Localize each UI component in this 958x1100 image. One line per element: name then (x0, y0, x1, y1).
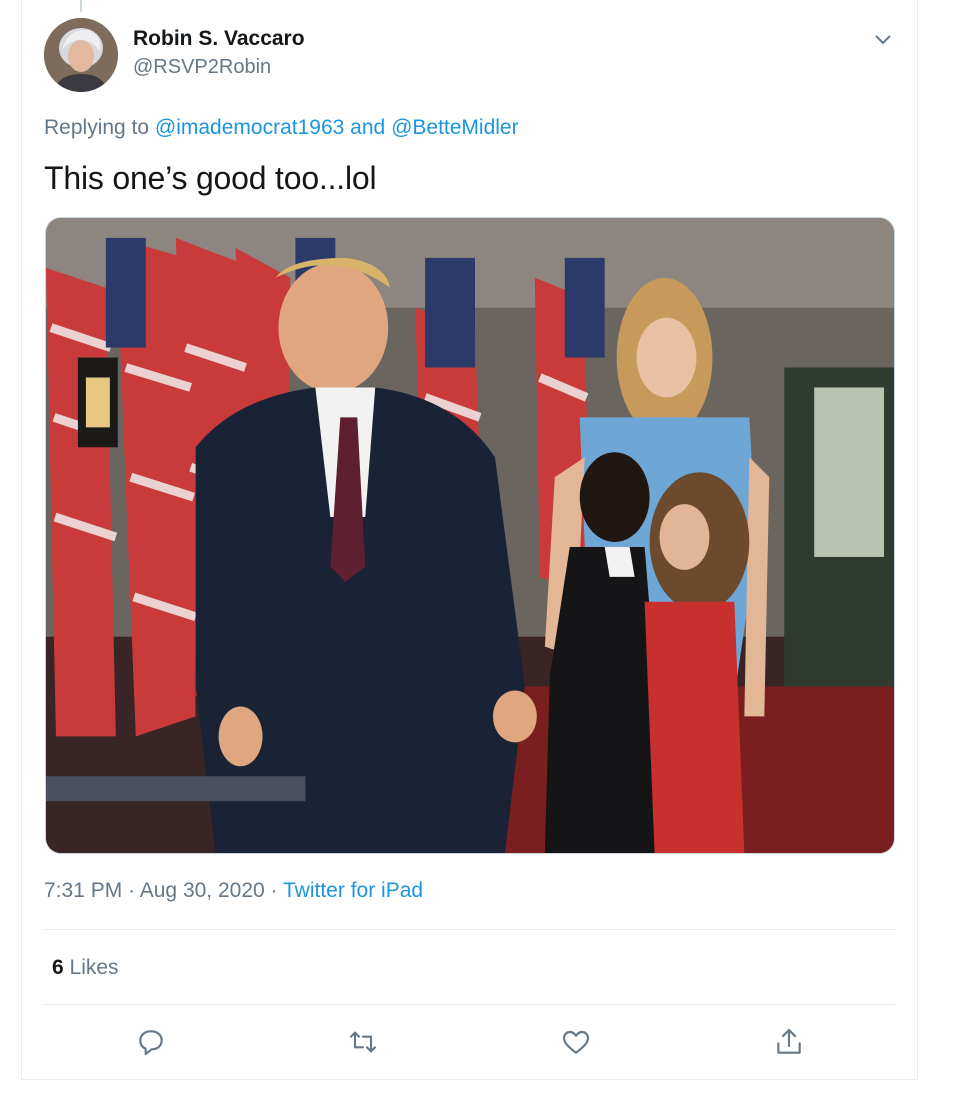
tweet-meta: 7:31 PM · Aug 30, 2020 · Twitter for iPa… (44, 879, 423, 903)
tweet-time[interactable]: 7:31 PM (44, 879, 122, 902)
divider (44, 929, 895, 930)
avatar[interactable] (44, 18, 118, 92)
meta-separator: · (270, 879, 278, 902)
divider (44, 1004, 895, 1005)
tweet-source[interactable]: Twitter for iPad (283, 879, 423, 902)
like-count-label: Likes (69, 956, 119, 979)
retweet-icon[interactable] (345, 1024, 381, 1060)
tweet-photo[interactable] (45, 217, 895, 854)
reply-mention-1[interactable]: @imademocrat1963 (155, 116, 344, 139)
like-count-number: 6 (52, 956, 64, 979)
meta-separator: · (128, 879, 136, 902)
share-icon[interactable] (771, 1024, 807, 1060)
heart-icon[interactable] (558, 1024, 594, 1060)
replying-prefix: Replying to (44, 116, 150, 139)
reply-mention-2[interactable]: @BetteMidler (391, 116, 519, 139)
tweet-date[interactable]: Aug 30, 2020 (140, 879, 265, 902)
chevron-down-icon[interactable] (872, 28, 894, 50)
author-name[interactable]: Robin S. Vaccaro (133, 27, 305, 51)
likes-count[interactable]: 6 Likes (52, 956, 119, 980)
reply-and: and (350, 116, 386, 139)
thread-connector-line (80, 0, 82, 12)
author-handle[interactable]: @RSVP2Robin (133, 56, 271, 79)
reply-icon[interactable] (133, 1024, 169, 1060)
tweet-text: This one’s good too...lol (44, 160, 377, 196)
replying-to-line: Replying to @imademocrat1963 and @BetteM… (44, 116, 519, 140)
